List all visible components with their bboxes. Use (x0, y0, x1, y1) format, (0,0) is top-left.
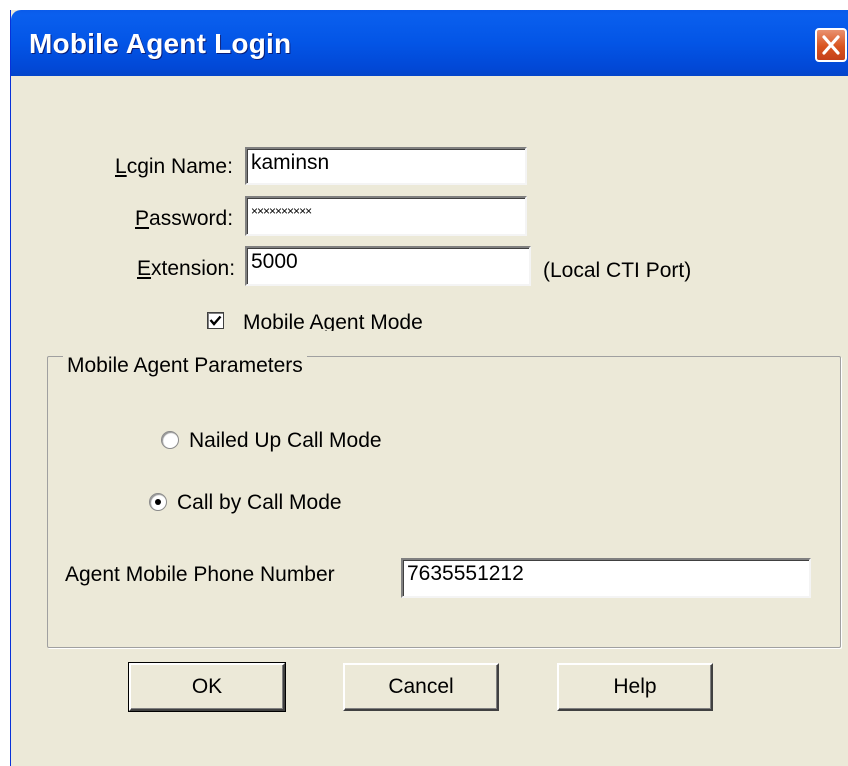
ok-button[interactable]: OK (128, 662, 286, 712)
checkmark-icon (209, 315, 222, 326)
call-by-call-label[interactable]: Call by Call Mode (177, 491, 342, 515)
password-label: Password: (135, 207, 234, 230)
mobile-agent-mode-label[interactable]: Mobile Agent Mode (243, 311, 423, 331)
dialog-window: Mobile Agent Login Lcgin Name: kaminsn P… (10, 10, 848, 766)
phone-number-label: Agent Mobile Phone Number (65, 563, 335, 586)
help-button[interactable]: Help (557, 663, 713, 711)
password-input[interactable]: ×××××××××× (245, 196, 527, 236)
extension-note: (Local CTI Port) (543, 259, 692, 282)
login-name-input[interactable]: kaminsn (245, 147, 527, 185)
login-name-label: Lcgin Name: (115, 155, 233, 178)
cancel-button[interactable]: Cancel (343, 663, 499, 711)
extension-label: Extension: (137, 257, 236, 280)
radio-selected-dot (155, 499, 161, 505)
window-title: Mobile Agent Login (29, 28, 292, 59)
nailed-up-label[interactable]: Nailed Up Call Mode (189, 429, 382, 453)
call-by-call-radio[interactable] (149, 493, 167, 511)
nailed-up-radio[interactable] (161, 431, 179, 449)
group-title: Mobile Agent Parameters (63, 354, 307, 378)
phone-number-input[interactable]: 7635551212 (401, 558, 811, 598)
mobile-agent-mode-checkbox[interactable] (207, 312, 224, 329)
close-icon (822, 35, 840, 55)
extension-input[interactable]: 5000 (245, 246, 531, 286)
close-button[interactable] (815, 28, 847, 62)
title-bar[interactable]: Mobile Agent Login (11, 10, 848, 76)
